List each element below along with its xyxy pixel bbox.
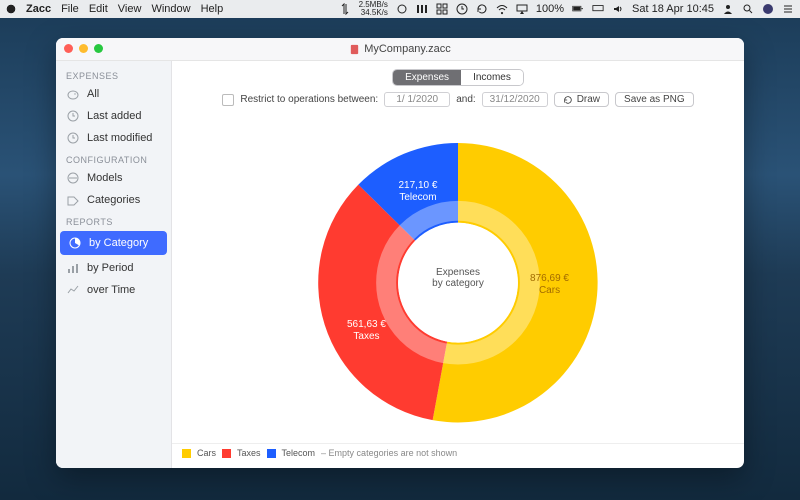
legend-footer: Cars Taxes Telecom – Empty categories ar…	[172, 443, 744, 468]
window-titlebar[interactable]: MyCompany.zacc	[56, 38, 744, 61]
menubar-bars-icon[interactable]	[416, 3, 428, 15]
piggy-icon	[66, 87, 80, 101]
refresh-icon	[563, 95, 573, 105]
menubar-notifications-icon[interactable]	[782, 3, 794, 15]
sidebar-heading-reports: REPORTS	[56, 211, 171, 229]
restrict-label: Restrict to operations between:	[240, 94, 378, 105]
menubar-wifi-icon[interactable]	[496, 3, 508, 15]
linechart-icon	[66, 283, 80, 297]
sidebar-item-label: All	[87, 88, 99, 100]
menubar-circle-icon[interactable]	[396, 3, 408, 15]
clock-edit-icon	[66, 131, 80, 145]
template-icon	[66, 171, 80, 185]
menubar-clock-icon[interactable]	[456, 3, 468, 15]
chart-center-label: Expenses by category	[432, 267, 484, 289]
sidebar-item-over-time[interactable]: over Time	[56, 279, 171, 301]
sidebar-item-label: Last added	[87, 110, 141, 122]
sidebar-item-last-added[interactable]: Last added	[56, 105, 171, 127]
segmented-expenses-incomes[interactable]: Expenses Incomes	[392, 69, 524, 86]
window-title: MyCompany.zacc	[364, 43, 451, 55]
tab-incomes[interactable]: Incomes	[461, 70, 523, 85]
sidebar-item-by-category[interactable]: by Category	[60, 231, 167, 255]
menubar-updown-icon[interactable]	[339, 3, 351, 15]
sidebar-item-by-period[interactable]: by Period	[56, 257, 171, 279]
save-png-button[interactable]: Save as PNG	[615, 92, 694, 107]
main-content: Expenses Incomes Restrict to operations …	[172, 61, 744, 468]
legend-label-taxes: Taxes	[237, 448, 261, 458]
window-traffic-lights[interactable]	[64, 44, 103, 53]
chart-area: Expenses by category 876,69 € Cars 561,6…	[172, 113, 744, 443]
legend-label-cars: Cars	[197, 448, 216, 458]
slice-label-telecom: 217,10 € Telecom	[398, 180, 437, 204]
sidebar-heading-expenses: EXPENSES	[56, 65, 171, 83]
sidebar-item-label: Last modified	[87, 132, 152, 144]
sidebar-item-models[interactable]: Models	[56, 167, 171, 189]
menubar-siri-icon[interactable]	[762, 3, 774, 15]
piechart-icon	[68, 236, 82, 250]
sidebar-heading-configuration: CONFIGURATION	[56, 149, 171, 167]
fullscreen-icon[interactable]	[94, 44, 103, 53]
date-from-input[interactable]: 1/ 1/2020	[384, 92, 450, 107]
sidebar-item-label: Categories	[87, 194, 140, 206]
sidebar-item-label: Models	[87, 172, 122, 184]
draw-button[interactable]: Draw	[554, 92, 609, 107]
clock-icon	[66, 109, 80, 123]
menubar-app-name[interactable]: Zacc	[26, 3, 51, 15]
macos-menubar: Zacc File Edit View Window Help 2.5MB/s3…	[0, 0, 800, 18]
barchart-icon	[66, 261, 80, 275]
menubar-user-icon[interactable]	[722, 3, 734, 15]
legend-label-telecom: Telecom	[282, 448, 316, 458]
restrict-checkbox[interactable]	[222, 94, 234, 106]
menubar-airplay-icon[interactable]	[516, 3, 528, 15]
sidebar-item-label: by Category	[89, 237, 148, 249]
legend-note: – Empty categories are not shown	[321, 448, 457, 458]
menubar-datetime[interactable]: Sat 18 Apr 10:45	[632, 3, 714, 15]
close-icon[interactable]	[64, 44, 73, 53]
legend-swatch-cars	[182, 449, 191, 458]
tag-icon	[66, 193, 80, 207]
sidebar-item-label: by Period	[87, 262, 133, 274]
menubar-item-edit[interactable]: Edit	[89, 3, 108, 15]
slice-label-taxes: 561,63 € Taxes	[347, 319, 386, 343]
app-window: MyCompany.zacc EXPENSES All Last added L…	[56, 38, 744, 468]
menubar-item-window[interactable]: Window	[151, 3, 190, 15]
filter-and-label: and:	[456, 94, 475, 105]
menubar-refresh-icon[interactable]	[476, 3, 488, 15]
tab-expenses[interactable]: Expenses	[393, 70, 461, 85]
menubar-item-view[interactable]: View	[118, 3, 142, 15]
filter-row: Restrict to operations between: 1/ 1/202…	[172, 90, 744, 113]
menubar-spotlight-icon[interactable]	[742, 3, 754, 15]
apple-logo-icon[interactable]	[6, 4, 16, 14]
desktop-root: Zacc File Edit View Window Help 2.5MB/s3…	[0, 0, 800, 500]
sidebar-item-all[interactable]: All	[56, 83, 171, 105]
sidebar: EXPENSES All Last added Last modified CO…	[56, 61, 172, 468]
menubar-grid-icon[interactable]	[436, 3, 448, 15]
legend-swatch-telecom	[267, 449, 276, 458]
sidebar-item-last-modified[interactable]: Last modified	[56, 127, 171, 149]
menubar-battery-icon[interactable]	[572, 3, 584, 15]
menubar-volume-icon[interactable]	[612, 3, 624, 15]
legend-swatch-taxes	[222, 449, 231, 458]
menubar-netspeed: 2.5MB/s34.5K/s	[359, 1, 388, 17]
minimize-icon[interactable]	[79, 44, 88, 53]
document-icon	[349, 44, 360, 55]
sidebar-item-label: over Time	[87, 284, 135, 296]
menubar-battery-percent: 100%	[536, 3, 564, 15]
sidebar-item-categories[interactable]: Categories	[56, 189, 171, 211]
menubar-item-help[interactable]: Help	[201, 3, 224, 15]
menubar-item-file[interactable]: File	[61, 3, 79, 15]
slice-label-cars: 876,69 € Cars	[530, 273, 569, 297]
date-to-input[interactable]: 31/12/2020	[482, 92, 548, 107]
menubar-keyboard-icon[interactable]	[592, 3, 604, 15]
